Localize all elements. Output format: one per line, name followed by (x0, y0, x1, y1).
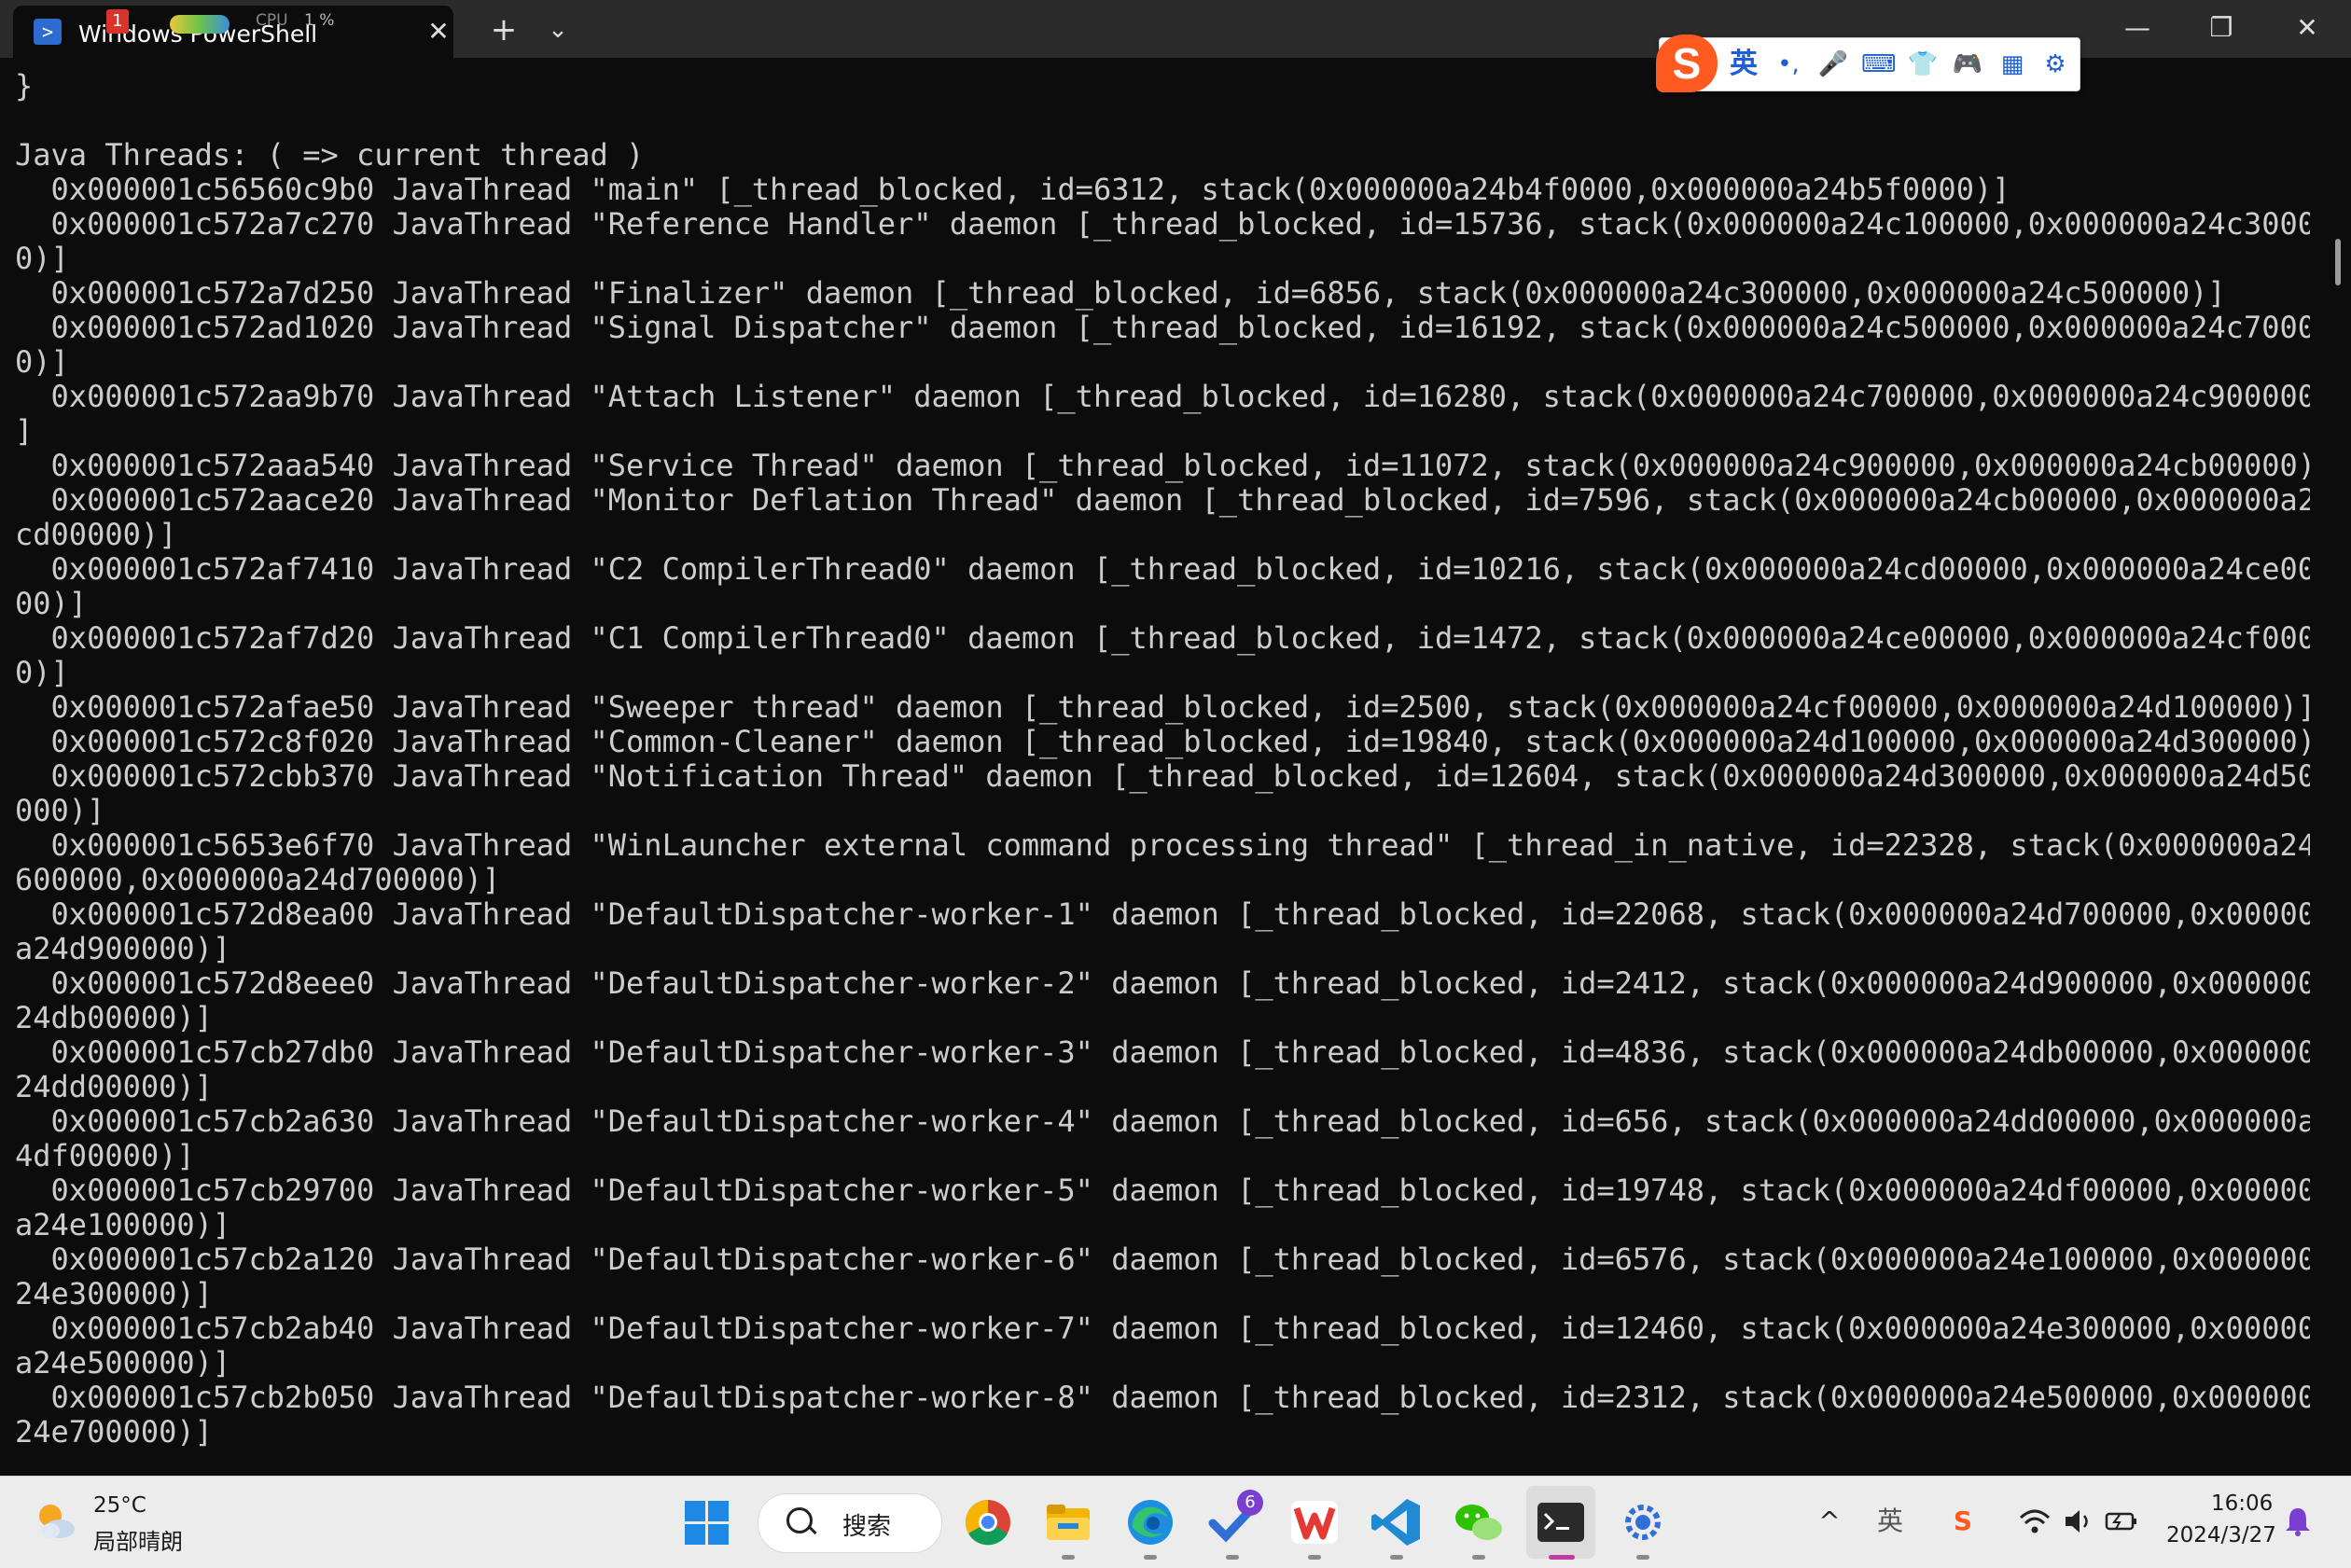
chrome-icon[interactable] (961, 1495, 1015, 1549)
tray-ime-language[interactable]: 英 (1871, 1503, 1909, 1540)
terminal-line: 4df00000)] (15, 1138, 195, 1173)
terminal-output[interactable]: } Java Threads: ( => current thread ) 0x… (15, 69, 2310, 1468)
terminal-active-indicator (1549, 1555, 1575, 1560)
tools-icon[interactable]: ⚙ (2038, 48, 2072, 81)
terminal-line: 0)] (15, 344, 69, 380)
taskbar-search[interactable]: 搜索 (758, 1493, 942, 1553)
maximize-button[interactable]: ❐ (2179, 0, 2263, 56)
terminal-line: 00)] (15, 586, 88, 621)
vscode-icon[interactable] (1370, 1495, 1424, 1549)
terminal-line: 0x000001c57cb2b050 JavaThread "DefaultDi… (15, 1380, 2310, 1415)
battery-charging-icon[interactable] (2103, 1503, 2140, 1540)
terminal-line: 0x000001c572aace20 JavaThread "Monitor D… (15, 482, 2310, 518)
apps-icon[interactable]: ▦ (1996, 48, 2029, 81)
terminal-line: 24e700000)] (15, 1414, 213, 1450)
terminal-line: 600000,0x000000a24d700000)] (15, 862, 501, 897)
terminal-line: 000)] (15, 793, 105, 828)
game-icon[interactable]: 🎮 (1951, 48, 1984, 81)
notification-count-badge: 1 (106, 9, 129, 34)
terminal-line: } (15, 69, 34, 104)
cpu-monitor-widget-icon (170, 15, 230, 34)
terminal-line: 0x000001c572af7410 JavaThread "C2 Compil… (15, 551, 2310, 587)
terminal-line: 0x000001c572aaa540 JavaThread "Service T… (15, 448, 2310, 483)
terminal-icon[interactable] (1534, 1495, 1588, 1549)
terminal-line: 0x000001c572a7d250 JavaThread "Finalizer… (15, 275, 2226, 311)
terminal-line: 0x000001c572d8ea00 JavaThread "DefaultDi… (15, 896, 2310, 932)
edge-running-indicator (1144, 1555, 1157, 1560)
clock-time[interactable]: 16:06 (2211, 1492, 2273, 1516)
minimize-button[interactable]: — (2095, 0, 2179, 56)
tab-dropdown-button[interactable]: ⌄ (541, 11, 575, 49)
wps-running-indicator (1308, 1555, 1321, 1560)
terminal-line: 0x000001c572aa9b70 JavaThread "Attach Li… (15, 379, 2310, 414)
keyboard-icon[interactable]: ⌨ (1861, 48, 1897, 81)
terminal-line: 0x000001c57cb2a630 JavaThread "DefaultDi… (15, 1103, 2310, 1139)
sogou-logo-icon[interactable]: S (1656, 35, 1718, 92)
vscode-running-indicator (1390, 1555, 1403, 1560)
cpu-label: CPU (256, 11, 288, 30)
taskbar: 25°C 局部晴朗 搜索 6 ^ 英 S 16:06 2024/3/27 (0, 1476, 2351, 1568)
notification-bell-icon[interactable] (2282, 1503, 2314, 1540)
wechat-icon[interactable] (1452, 1495, 1506, 1549)
file-explorer-icon[interactable] (1041, 1495, 1095, 1549)
show-hidden-icons-chevron-icon[interactable]: ^ (1814, 1503, 1845, 1540)
todo-running-indicator (1226, 1555, 1239, 1560)
wifi-icon[interactable] (2017, 1503, 2052, 1540)
terminal-line: cd00000)] (15, 517, 177, 552)
terminal-line: 0x000001c57cb27db0 JavaThread "DefaultDi… (15, 1034, 2310, 1070)
terminal-line: 0x000001c572a7c270 JavaThread "Reference… (15, 206, 2310, 242)
sogou-ime-toolbar[interactable]: S 英 •, 🎤 ⌨ 👕 🎮 ▦ ⚙ (1656, 35, 2080, 92)
terminal-line: 24e300000)] (15, 1276, 213, 1311)
windows-start-icon[interactable] (679, 1495, 733, 1549)
close-tab-button[interactable]: ✕ (422, 15, 455, 49)
skin-icon[interactable]: 👕 (1906, 48, 1940, 81)
microphone-icon[interactable]: 🎤 (1816, 48, 1850, 81)
tray-sogou-icon[interactable]: S (1944, 1503, 1982, 1540)
punctuation-icon[interactable]: •, (1772, 48, 1805, 81)
terminal-line: 0x000001c572afae50 JavaThread "Sweeper t… (15, 689, 2310, 725)
powershell-icon: > (34, 19, 62, 45)
terminal-line: 0x000001c572c8f020 JavaThread "Common-Cl… (15, 724, 2310, 759)
terminal-line: 0x000001c56560c9b0 JavaThread "main" [_t… (15, 172, 2010, 207)
weather-description: 局部晴朗 (93, 1529, 183, 1555)
terminal-line: 0x000001c57cb29700 JavaThread "DefaultDi… (15, 1173, 2310, 1208)
partly-sunny-icon (39, 1505, 75, 1538)
file-explorer-running-indicator (1062, 1555, 1075, 1560)
terminal-line: 0x000001c572cbb370 JavaThread "Notificat… (15, 758, 2310, 794)
clock-date[interactable]: 2024/3/27 (2166, 1523, 2276, 1547)
new-tab-button[interactable]: + (485, 11, 522, 49)
wps-icon[interactable] (1287, 1495, 1342, 1549)
terminal-line: ] (15, 413, 34, 449)
search-icon (786, 1507, 813, 1533)
terminal-line: a24e500000)] (15, 1345, 231, 1381)
settings-running-indicator (1636, 1555, 1649, 1560)
terminal-line: 0)] (15, 655, 69, 690)
tab-windows-powershell[interactable]: > Windows PowerShell 1 CPU 1 % ✕ (13, 6, 453, 58)
terminal-line: 0x000001c572af7d20 JavaThread "C1 Compil… (15, 620, 2310, 656)
wechat-running-indicator (1472, 1555, 1485, 1560)
terminal-line: 24dd00000)] (15, 1069, 213, 1104)
terminal-area[interactable]: } Java Threads: ( => current thread ) 0x… (0, 58, 2351, 1476)
terminal-line: a24e100000)] (15, 1207, 231, 1242)
terminal-line: a24d900000)] (15, 931, 231, 966)
terminal-line: 0x000001c572ad1020 JavaThread "Signal Di… (15, 310, 2310, 345)
terminal-line: Java Threads: ( => current thread ) (15, 137, 645, 173)
terminal-line: 0x000001c57cb2ab40 JavaThread "DefaultDi… (15, 1311, 2310, 1346)
search-label: 搜索 (842, 1513, 892, 1541)
terminal-line: 0)] (15, 241, 69, 276)
volume-icon[interactable] (2060, 1503, 2095, 1540)
terminal-line: 24db00000)] (15, 1000, 213, 1035)
close-window-button[interactable]: ✕ (2265, 0, 2349, 56)
cpu-value: 1 % (304, 11, 335, 30)
edge-icon[interactable] (1123, 1495, 1177, 1549)
todo-badge: 6 (1237, 1490, 1263, 1516)
settings-gear-icon[interactable] (1616, 1495, 1670, 1549)
ime-language-toggle[interactable]: 英 (1727, 48, 1760, 81)
scrollbar-thumb[interactable] (2335, 239, 2341, 285)
terminal-line: 0x000001c572d8eee0 JavaThread "DefaultDi… (15, 965, 2310, 1001)
terminal-line: 0x000001c5653e6f70 JavaThread "WinLaunch… (15, 827, 2310, 863)
terminal-line: 0x000001c57cb2a120 JavaThread "DefaultDi… (15, 1242, 2310, 1277)
weather-temperature: 25°C (93, 1493, 146, 1518)
